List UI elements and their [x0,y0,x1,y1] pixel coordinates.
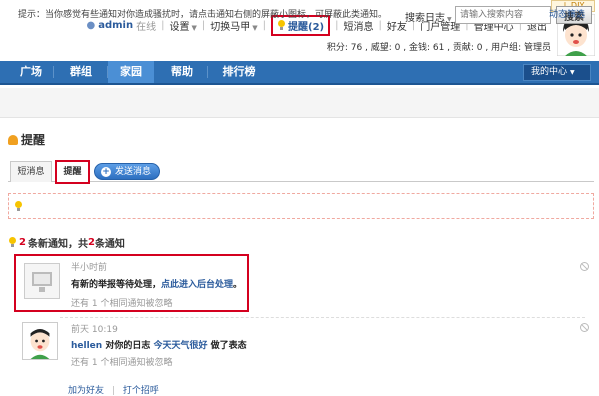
separator: | [161,19,165,31]
chevron-down-icon: ▼ [570,69,575,76]
notification-text: hellen 对你的日志 今天天气很好 做了表态 [71,341,247,351]
notification-text: 有新的举报等待处理，点此进入后台处理。 [71,280,243,290]
tip-text: 提示：当你感觉有些通知对你造成骚扰时，请点击通知右侧的屏蔽小图标，可屏蔽此类通知… [18,10,388,20]
nav-item-help[interactable]: 帮助 [156,61,208,83]
separator: | [201,19,206,31]
user-icon: ● [86,19,96,31]
friend-actions: 加为好友 | 打个招呼 [68,383,159,396]
nav-item-square[interactable]: 广场 [8,61,54,83]
chevron-down-icon: ▼ [191,23,197,32]
bulb-icon [14,201,23,212]
separator: | [378,19,382,31]
username-link[interactable]: admin [98,20,133,31]
main-nav: 广场 群组 家园 帮助 排行榜 我的中心 ▼ [0,61,599,85]
page-title: 提醒 [8,131,45,148]
ignored-count[interactable]: 还有 1 个相同通知被忽略 [71,296,172,309]
ignored-count[interactable]: 还有 1 个相同通知被忽略 [71,355,172,368]
avatar-icon [23,323,57,359]
bulb-icon [277,19,286,31]
tab-short-message[interactable]: 短消息 [10,161,52,182]
monitor-icon [32,272,52,286]
friends-link[interactable]: 好友 [387,18,407,33]
blog-link[interactable]: 今天天气很好 [154,341,208,351]
nav-item-ranking[interactable]: 排行榜 [208,61,270,83]
search-type-select[interactable]: 搜索日志 ▼ [405,9,452,24]
block-icon[interactable] [580,262,589,271]
nav-item-groups[interactable]: 群组 [54,61,108,83]
user-stats: 积分: 76 , 威望: 0 , 金钱: 61 , 贡献: 0 , 用户组: 管… [326,43,551,53]
search-bar [0,88,599,118]
admin-process-link[interactable]: 点此进入后台处理 [161,280,233,290]
divider [60,317,585,318]
user-link[interactable]: hellen [71,341,102,351]
bell-icon [8,134,18,145]
my-center-button[interactable]: 我的中心 ▼ [523,64,591,81]
filter-link[interactable]: 动态筛选 [549,7,585,20]
avatar[interactable] [22,322,58,360]
block-icon[interactable] [580,323,589,332]
chevron-down-icon: ▼ [252,23,258,32]
bulb-icon [8,237,17,248]
notification-time: 前天 10:19 [71,325,118,335]
separator: | [335,19,339,31]
send-message-button[interactable]: + 发送消息 [94,163,160,180]
search-input[interactable] [455,6,551,24]
tab-remind[interactable]: 提醒 [55,160,90,184]
notification-time: 半小时前 [71,263,108,273]
notification-count: 2 条新通知，共 2 条通知 [8,235,125,250]
nav-item-home[interactable]: 家园 [108,61,154,83]
separator: | [262,19,267,31]
plus-icon: + [101,167,111,177]
tip-box [8,193,594,219]
system-thumbnail [24,263,60,299]
tabs-divider [8,181,594,182]
chevron-down-icon: ▼ [447,16,452,23]
